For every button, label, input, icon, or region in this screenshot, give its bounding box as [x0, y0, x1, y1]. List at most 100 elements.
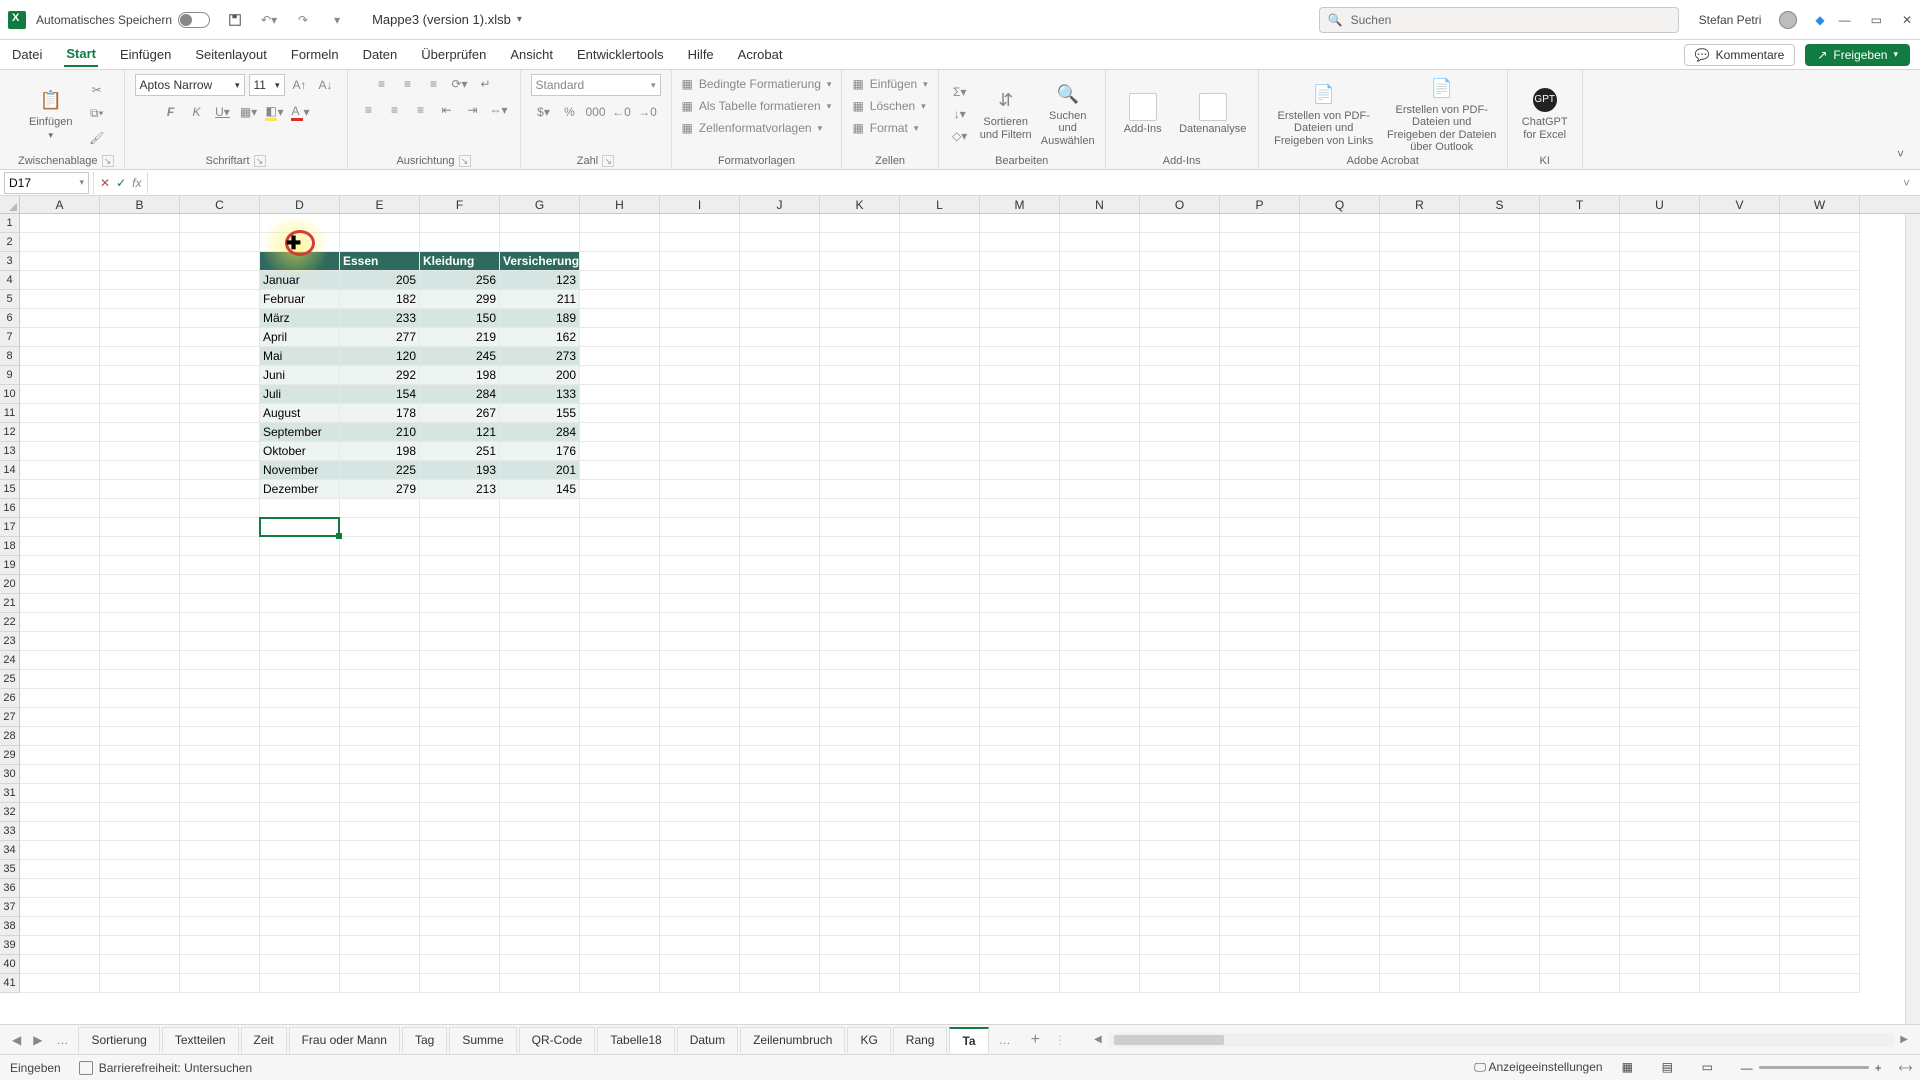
cell[interactable] — [1780, 898, 1860, 917]
cell[interactable]: 193 — [420, 461, 500, 480]
format-as-table-button[interactable]: ▦Als Tabelle formatieren▾ — [682, 96, 832, 116]
cell[interactable] — [740, 746, 820, 765]
cell[interactable] — [1060, 423, 1140, 442]
cell[interactable] — [340, 746, 420, 765]
cell[interactable] — [1780, 385, 1860, 404]
restore-button[interactable]: ▭ — [1871, 13, 1882, 27]
sheet-tab[interactable]: Tag — [402, 1027, 447, 1053]
cell[interactable] — [260, 613, 340, 632]
cell[interactable] — [1220, 309, 1300, 328]
cell[interactable] — [740, 803, 820, 822]
cell[interactable] — [740, 689, 820, 708]
sheet-overflow-right[interactable]: … — [993, 1033, 1017, 1047]
cell[interactable] — [1220, 404, 1300, 423]
cell[interactable] — [260, 594, 340, 613]
cell[interactable] — [1700, 765, 1780, 784]
cell[interactable] — [900, 765, 980, 784]
cell[interactable] — [100, 290, 180, 309]
insert-cells-button[interactable]: ▦Einfügen▾ — [852, 74, 927, 94]
cell[interactable] — [1620, 708, 1700, 727]
cell[interactable] — [1140, 651, 1220, 670]
cell[interactable] — [20, 252, 100, 271]
cell[interactable] — [1780, 347, 1860, 366]
cell[interactable] — [100, 708, 180, 727]
cell[interactable] — [20, 746, 100, 765]
cell[interactable] — [1220, 898, 1300, 917]
cell[interactable] — [1060, 689, 1140, 708]
cell[interactable] — [260, 917, 340, 936]
cell[interactable] — [180, 670, 260, 689]
cell[interactable] — [660, 822, 740, 841]
cell[interactable] — [900, 651, 980, 670]
cell[interactable] — [180, 822, 260, 841]
sheet-tab[interactable]: Summe — [449, 1027, 516, 1053]
cell[interactable] — [20, 537, 100, 556]
worksheet-grid[interactable]: ABCDEFGHIJKLMNOPQRSTUVW 123EssenKleidung… — [0, 196, 1920, 1024]
cell[interactable] — [1220, 917, 1300, 936]
cell[interactable] — [660, 290, 740, 309]
cell[interactable] — [100, 917, 180, 936]
cell[interactable] — [900, 233, 980, 252]
cell[interactable] — [980, 708, 1060, 727]
cell[interactable] — [1620, 841, 1700, 860]
cell[interactable] — [1780, 404, 1860, 423]
cell[interactable] — [1540, 271, 1620, 290]
cell[interactable] — [1620, 917, 1700, 936]
cell[interactable] — [1460, 936, 1540, 955]
cell[interactable] — [420, 651, 500, 670]
cell[interactable] — [100, 366, 180, 385]
cell[interactable] — [980, 803, 1060, 822]
cell[interactable]: Oktober — [260, 442, 340, 461]
cell[interactable] — [1620, 252, 1700, 271]
cell[interactable] — [1700, 556, 1780, 575]
cell[interactable] — [1140, 499, 1220, 518]
cell[interactable] — [1460, 366, 1540, 385]
cell[interactable] — [1700, 347, 1780, 366]
cell[interactable] — [1620, 879, 1700, 898]
cell[interactable] — [1700, 917, 1780, 936]
cell[interactable] — [980, 746, 1060, 765]
cell[interactable] — [980, 955, 1060, 974]
cell[interactable] — [180, 480, 260, 499]
row-header[interactable]: 15 — [0, 480, 20, 499]
cell[interactable] — [20, 670, 100, 689]
cell[interactable] — [1300, 936, 1380, 955]
cell[interactable] — [1620, 689, 1700, 708]
cell[interactable] — [20, 822, 100, 841]
cell[interactable] — [660, 575, 740, 594]
cell[interactable] — [1140, 404, 1220, 423]
cell[interactable] — [740, 651, 820, 670]
cell[interactable] — [1380, 252, 1460, 271]
row-header[interactable]: 36 — [0, 879, 20, 898]
cell[interactable] — [740, 404, 820, 423]
cell[interactable] — [820, 955, 900, 974]
copy-icon[interactable]: ⧉▾ — [86, 104, 108, 124]
row-header[interactable]: 27 — [0, 708, 20, 727]
cell[interactable] — [820, 917, 900, 936]
cell[interactable] — [1220, 632, 1300, 651]
cell[interactable] — [900, 404, 980, 423]
cell[interactable] — [1780, 689, 1860, 708]
cell[interactable] — [1780, 537, 1860, 556]
cell[interactable] — [1620, 309, 1700, 328]
new-sheet-button[interactable]: + — [1021, 1031, 1050, 1049]
cell[interactable] — [660, 765, 740, 784]
orientation-icon[interactable]: ⟳▾ — [449, 74, 471, 94]
cell[interactable] — [420, 765, 500, 784]
cell[interactable] — [1220, 499, 1300, 518]
cell[interactable] — [980, 822, 1060, 841]
normal-view-icon[interactable]: ▦ — [1621, 1059, 1643, 1077]
cell[interactable] — [980, 841, 1060, 860]
cell[interactable] — [500, 784, 580, 803]
cell[interactable] — [340, 708, 420, 727]
cell[interactable] — [740, 917, 820, 936]
cell[interactable] — [820, 385, 900, 404]
cell[interactable] — [1780, 803, 1860, 822]
cell[interactable] — [180, 271, 260, 290]
cell[interactable] — [1220, 955, 1300, 974]
row-header[interactable]: 38 — [0, 917, 20, 936]
cell[interactable] — [1220, 442, 1300, 461]
cell[interactable] — [1700, 309, 1780, 328]
cell[interactable] — [1540, 613, 1620, 632]
diamond-icon[interactable]: ◆ — [1815, 13, 1824, 27]
